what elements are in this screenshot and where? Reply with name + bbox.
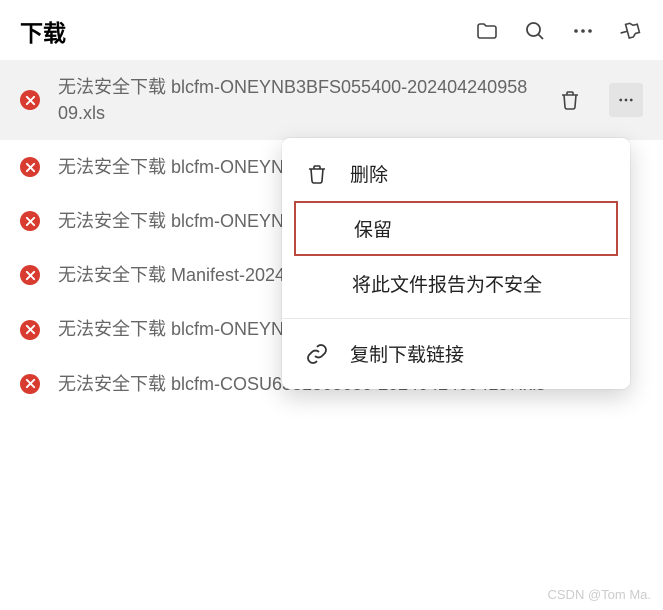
menu-report[interactable]: 将此文件报告为不安全	[282, 256, 630, 311]
error-icon	[20, 265, 40, 285]
menu-label: 将此文件报告为不安全	[352, 270, 542, 297]
error-icon	[20, 90, 40, 110]
menu-copy-link[interactable]: 复制下载链接	[282, 326, 630, 381]
link-icon	[304, 341, 330, 367]
folder-icon[interactable]	[475, 19, 499, 43]
page-title: 下载	[20, 14, 66, 48]
context-menu: 删除 保留 将此文件报告为不安全 复制下载链接	[282, 138, 630, 389]
menu-keep[interactable]: 保留	[294, 201, 618, 256]
error-icon	[20, 157, 40, 177]
error-icon	[20, 211, 40, 231]
error-icon	[20, 374, 40, 394]
delete-icon[interactable]	[553, 83, 587, 117]
download-filename: 无法安全下载 blcfm-ONEYNB3BFS055400-2024042409…	[58, 74, 535, 126]
download-item[interactable]: 无法安全下载 blcfm-ONEYNB3BFS055400-2024042409…	[0, 60, 663, 140]
item-more-icon[interactable]	[609, 83, 643, 117]
menu-label: 删除	[350, 160, 388, 187]
pin-icon[interactable]	[619, 19, 643, 43]
header: 下载	[0, 0, 663, 60]
more-icon[interactable]	[571, 19, 595, 43]
menu-label: 复制下载链接	[350, 340, 464, 367]
menu-delete[interactable]: 删除	[282, 146, 630, 201]
error-icon	[20, 320, 40, 340]
header-actions	[475, 19, 643, 43]
item-actions	[553, 83, 643, 117]
trash-icon	[304, 161, 330, 187]
menu-divider	[282, 318, 630, 319]
search-icon[interactable]	[523, 19, 547, 43]
watermark: CSDN @Tom Ma.	[548, 587, 652, 602]
menu-label: 保留	[354, 215, 392, 242]
